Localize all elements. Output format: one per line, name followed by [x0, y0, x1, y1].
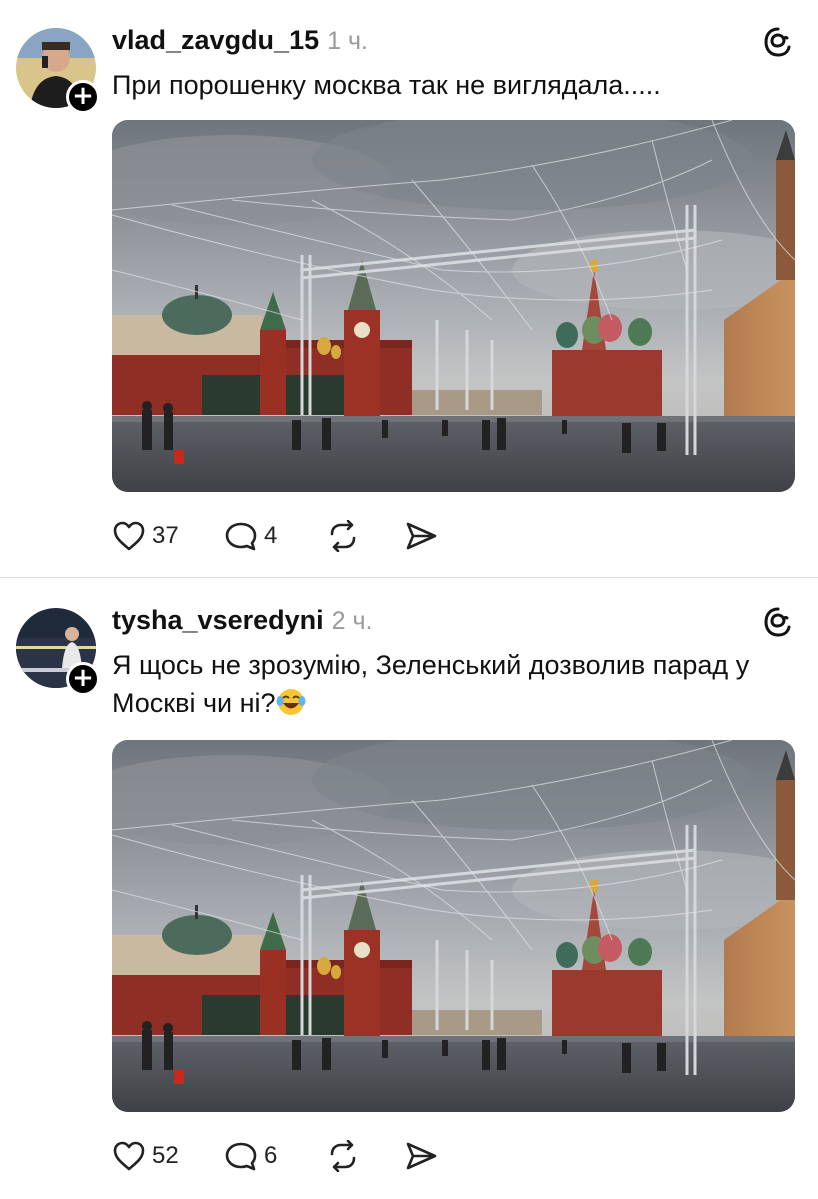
- like-button[interactable]: 52: [112, 1136, 179, 1176]
- reply-button[interactable]: 6: [224, 1136, 277, 1176]
- like-count: 37: [152, 522, 179, 549]
- send-icon: [406, 1142, 437, 1170]
- reply-button[interactable]: 4: [224, 516, 277, 556]
- send-icon: [406, 522, 437, 550]
- like-button[interactable]: 37: [112, 516, 179, 556]
- username[interactable]: tysha_vseredyni: [112, 605, 324, 635]
- reply-count: 6: [264, 1142, 278, 1169]
- follow-button[interactable]: +: [66, 662, 100, 696]
- post-text: При порошенку москва так не виглядала...…: [112, 70, 661, 100]
- tears-of-joy-emoji: [276, 689, 306, 715]
- timestamp: 1 ч.: [327, 27, 368, 55]
- post-text-end: Москві чи ні?: [112, 688, 276, 718]
- plus-icon: +: [72, 663, 94, 693]
- plus-icon: +: [72, 81, 94, 111]
- repost-button[interactable]: [326, 516, 360, 556]
- post-image[interactable]: [112, 740, 795, 1112]
- like-count: 52: [152, 1142, 179, 1169]
- post-image[interactable]: [112, 120, 795, 492]
- reply-count: 4: [264, 522, 278, 549]
- post-text-line: Я щось не зрозумію, Зеленський дозволив …: [112, 650, 750, 680]
- username[interactable]: vlad_zavgdu_15: [112, 25, 319, 55]
- post-header: vlad_zavgdu_15 1 ч.: [112, 20, 368, 60]
- share-button[interactable]: [404, 516, 438, 556]
- comment-bubble-icon: [225, 522, 257, 551]
- post: + tysha_vseredyni 2 ч. Я щось не зрозумію…: [0, 578, 818, 1199]
- post-text-line: Москві чи ні?: [112, 684, 802, 722]
- heart-icon: [113, 521, 145, 551]
- follow-button[interactable]: +: [66, 80, 100, 114]
- repost-icon: [330, 1140, 356, 1172]
- threads-logo-icon[interactable]: [762, 26, 794, 58]
- post-header: tysha_vseredyni 2 ч.: [112, 600, 372, 640]
- heart-icon: [113, 1141, 145, 1171]
- threads-feed: + vlad_zavgdu_15 1 ч. При порошенку москв…: [0, 0, 818, 1199]
- repost-button[interactable]: [326, 1136, 360, 1176]
- timestamp: 2 ч.: [331, 607, 373, 635]
- post-text: Я щось не зрозумію, Зеленський дозволив …: [112, 646, 802, 722]
- repost-icon: [330, 520, 356, 552]
- comment-bubble-icon: [225, 1142, 257, 1171]
- post: + vlad_zavgdu_15 1 ч. При порошенку москв…: [0, 0, 818, 578]
- share-button[interactable]: [404, 1136, 438, 1176]
- threads-logo-icon[interactable]: [762, 606, 794, 638]
